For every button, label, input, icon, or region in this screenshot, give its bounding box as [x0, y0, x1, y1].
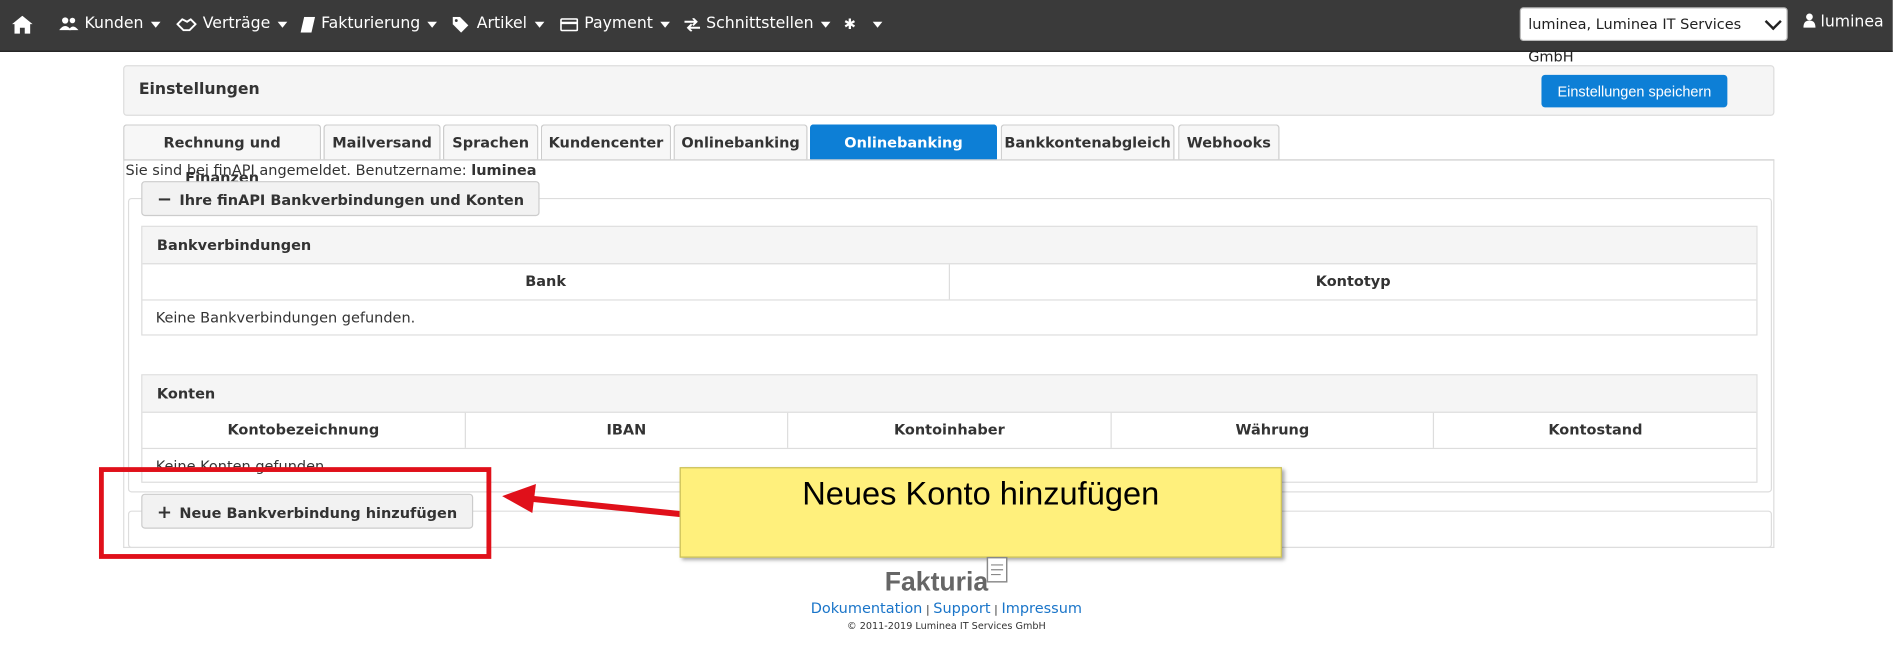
nav-schnittstellen[interactable]: Schnittstellen [684, 0, 831, 48]
tab-kundencenter[interactable]: Kundencenter [540, 124, 672, 160]
exchange-icon [684, 17, 701, 31]
link-support[interactable]: Support [933, 600, 990, 617]
nav-artikel-label: Artikel [476, 14, 528, 33]
credit-card-icon [560, 17, 579, 31]
nav-schnittstellen-label: Schnittstellen [706, 14, 814, 33]
bankverbindungen-caption: Bankverbindungen [142, 226, 1757, 265]
copyright: © 2011-2019 Luminea IT Services GmbH [846, 620, 1046, 632]
konten-caption: Konten [142, 375, 1757, 413]
caret-down-icon [277, 21, 288, 28]
empty-message: Keine Bankverbindungen gefunden. [155, 309, 416, 326]
nav-kunden[interactable]: Kunden [59, 0, 161, 48]
login-info-text: Sie sind bei finAPI angemeldet. Benutzer… [125, 161, 467, 179]
company-select-value: luminea, Luminea IT Services GmbH [1528, 15, 1742, 66]
bankverbindungen-table: Bankverbindungen Bank Kontotyp Keine Ban… [141, 225, 1758, 336]
column-header-kontostand[interactable]: Kontostand [1434, 413, 1756, 448]
column-header-bank[interactable]: Bank [142, 264, 950, 300]
nav-fakturierung-label: Fakturierung [321, 14, 421, 33]
column-header-waehrung[interactable]: Währung [1111, 412, 1435, 448]
settings-panel-header: Einstellungen Einstellungen speichern [123, 65, 1775, 116]
handshake-icon [176, 17, 197, 31]
tag-icon [452, 16, 469, 32]
caret-down-icon [872, 21, 883, 28]
table-header-row: Kontobezeichnung IBAN Kontoinhaber Währu… [142, 412, 1757, 450]
tab-mailversand[interactable]: Mailversand [323, 124, 441, 160]
gear-icon: ✱ [843, 15, 856, 33]
finapi-login-info: Sie sind bei finAPI angemeldet. Benutzer… [126, 162, 537, 179]
column-header-kontoinhaber[interactable]: Kontoinhaber [788, 412, 1112, 448]
annotation-note: Neues Konto hinzufügen [679, 467, 1282, 558]
user-icon [1803, 13, 1816, 28]
user-name: luminea [1820, 13, 1884, 32]
company-select[interactable]: luminea, Luminea IT Services GmbH [1519, 7, 1788, 65]
nav-payment[interactable]: Payment [560, 0, 670, 48]
chevron-down-icon [1764, 13, 1782, 31]
link-impressum[interactable]: Impressum [1001, 600, 1082, 617]
user-menu[interactable]: luminea [1803, 0, 1884, 48]
file-icon [300, 16, 316, 32]
home-icon[interactable] [12, 0, 33, 48]
caret-down-icon [150, 21, 161, 28]
tab-bankkontenabgleich[interactable]: Bankkontenabgleich [1000, 124, 1175, 160]
tab-sprachen[interactable]: Sprachen [443, 124, 539, 160]
annotation-note-text: Neues Konto hinzufügen [802, 475, 1160, 512]
login-username: luminea [471, 161, 537, 179]
tab-onlinebanking-finapi[interactable]: Onlinebanking (finAPI) [809, 124, 998, 186]
tab-rechnung[interactable]: Rechnung und Finanzen [123, 124, 322, 186]
tab-webhooks[interactable]: Webhooks [1178, 124, 1280, 160]
table-header-row: Bank Kontotyp [142, 264, 1757, 301]
minus-icon: − [156, 188, 173, 211]
column-header-kontobezeichnung[interactable]: Kontobezeichnung [142, 412, 466, 448]
nav-fakturierung[interactable]: Fakturierung [300, 0, 438, 48]
nav-payment-label: Payment [584, 14, 653, 33]
nav-vertraege-label: Verträge [202, 14, 271, 33]
caret-down-icon [660, 21, 670, 28]
toggle-section-button[interactable]: − Ihre finAPI Bankverbindungen und Konten [141, 181, 540, 217]
annotation-arrow [502, 484, 683, 518]
footer-links: Dokumentation | Support | Impressum [810, 599, 1082, 617]
caret-down-icon [534, 21, 544, 28]
top-navbar: Kunden Verträge Fakturierung Artikel Pay… [0, 0, 1893, 65]
fakturia-logo-text: Fakturia [884, 566, 989, 597]
save-settings-button[interactable]: Einstellungen speichern [1541, 74, 1728, 108]
fakturia-logo: Fakturia [884, 556, 1008, 597]
nav-kunden-label: Kunden [84, 14, 144, 33]
page-title: Einstellungen [138, 80, 260, 99]
column-header-iban[interactable]: IBAN [465, 412, 789, 448]
nav-vertraege[interactable]: Verträge [176, 0, 288, 48]
nav-settings[interactable]: ✱ [844, 0, 883, 48]
column-header-kontotyp[interactable]: Kontotyp [950, 264, 1756, 299]
annotation-highlight-box [98, 467, 492, 559]
link-dokumentation[interactable]: Dokumentation [811, 600, 923, 617]
toggle-section-label: Ihre finAPI Bankverbindungen und Konten [179, 191, 525, 209]
logo-document-icon [986, 556, 1008, 583]
nav-artikel[interactable]: Artikel [452, 0, 544, 48]
tab-onlinebanking[interactable]: Onlinebanking [673, 124, 808, 160]
users-icon [59, 17, 79, 31]
caret-down-icon [427, 21, 438, 28]
caret-down-icon [820, 21, 831, 28]
